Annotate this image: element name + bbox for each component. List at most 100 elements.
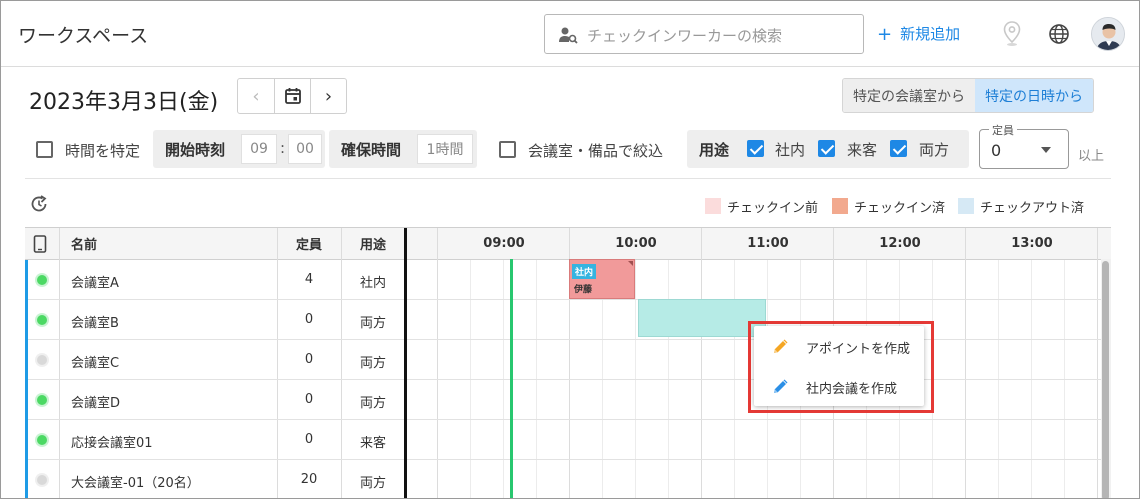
capacity-select[interactable]: 定員 0 bbox=[979, 122, 1069, 169]
tablet-icon bbox=[33, 234, 47, 253]
vertical-scrollbar-thumb[interactable] bbox=[1102, 261, 1109, 498]
legend-before-checkin: チェックイン前 bbox=[705, 197, 819, 216]
status-dot-icon bbox=[37, 275, 47, 285]
room-capacity: 4 bbox=[304, 272, 314, 287]
capacity-label: 定員 bbox=[989, 122, 1017, 138]
user-avatar[interactable] bbox=[1091, 17, 1125, 51]
capacity-suffix: 以上 bbox=[1078, 149, 1105, 164]
room-name: 会議室A bbox=[71, 276, 119, 291]
row-accent-bar bbox=[25, 420, 28, 460]
pencil-icon bbox=[774, 339, 788, 353]
room-capacity: 0 bbox=[304, 352, 314, 367]
facility-filter-label: 会議室・備品で絞込 bbox=[528, 142, 664, 160]
current-time-indicator bbox=[510, 259, 513, 498]
legend-label: チェックイン前 bbox=[727, 200, 819, 216]
table-row[interactable]: 会議室D 0 両方 bbox=[25, 380, 405, 420]
purpose-internal-checkbox[interactable] bbox=[747, 140, 764, 157]
avatar-person-icon bbox=[1092, 18, 1124, 50]
dropdown-caret-icon bbox=[1041, 147, 1051, 153]
room-name: 応接会議室01 bbox=[71, 436, 153, 451]
room-usage: 両方 bbox=[359, 396, 386, 411]
legend-swatch bbox=[958, 198, 974, 214]
time-selection-block[interactable] bbox=[638, 299, 766, 337]
new-add-label: 新規追加 bbox=[900, 25, 961, 43]
purpose-both-label: 両方 bbox=[919, 141, 950, 159]
time-specify-label: 時間を特定 bbox=[65, 142, 141, 160]
next-day-button[interactable]: › bbox=[310, 79, 346, 113]
room-schedule-table: 名前 定員 用途 09:00 10:00 11:00 12:00 13:00 会… bbox=[25, 227, 1111, 498]
duration-label: 確保時間 bbox=[341, 141, 402, 159]
table-header: 名前 定員 用途 09:00 10:00 11:00 12:00 13:00 bbox=[25, 228, 1111, 260]
status-dot-icon bbox=[37, 435, 47, 445]
room-capacity: 20 bbox=[300, 472, 318, 487]
prev-day-button[interactable]: ‹ bbox=[238, 79, 274, 113]
col-header-usage[interactable]: 用途 bbox=[341, 228, 405, 259]
col-header-name[interactable]: 名前 bbox=[71, 228, 97, 259]
purpose-both-checkbox[interactable] bbox=[890, 140, 907, 157]
status-dot-icon bbox=[37, 475, 47, 485]
search-mode-toggle: 特定の会議室から 特定の日時から bbox=[842, 78, 1094, 113]
new-add-button[interactable]: + 新規追加 bbox=[877, 23, 961, 45]
duration-input[interactable]: 1時間 bbox=[417, 134, 473, 164]
start-minute-input[interactable]: 00 bbox=[288, 134, 322, 164]
room-capacity: 0 bbox=[304, 312, 314, 327]
resize-corner-icon bbox=[628, 261, 633, 266]
room-name: 会議室D bbox=[71, 396, 121, 411]
legend-checked-out: チェックアウト済 bbox=[958, 197, 1084, 216]
location-pin-icon[interactable] bbox=[1003, 21, 1021, 47]
hour-header: 12:00 bbox=[879, 236, 921, 251]
plus-icon: + bbox=[877, 24, 893, 45]
table-row[interactable]: 応接会議室01 0 来客 bbox=[25, 420, 405, 460]
start-hour-input[interactable]: 09 bbox=[241, 134, 277, 164]
start-time-label: 開始時刻 bbox=[165, 141, 226, 159]
frozen-column-divider bbox=[404, 228, 407, 498]
table-row[interactable]: 会議室A 4 社内 bbox=[25, 260, 405, 300]
context-menu: アポイントを作成 社内会議を作成 bbox=[754, 326, 924, 406]
purpose-label: 用途 bbox=[699, 141, 730, 159]
table-row[interactable]: 会議室C 0 両方 bbox=[25, 340, 405, 380]
col-header-capacity[interactable]: 定員 bbox=[277, 228, 341, 259]
start-time-group: 開始時刻 09 : 00 bbox=[153, 130, 325, 168]
app-window: ワークスペース チェックインワーカーの検索 + 新規追加 2023年3月3日(金… bbox=[0, 0, 1140, 499]
create-appointment-label: アポイントを作成 bbox=[806, 342, 911, 357]
table-row[interactable]: 大会議室-01（20名） 20 両方 bbox=[25, 460, 405, 498]
device-header-cell bbox=[33, 228, 47, 259]
create-appointment-menu-item[interactable]: アポイントを作成 bbox=[754, 326, 924, 366]
purpose-group: 用途 社内 来客 両方 bbox=[687, 130, 969, 168]
appointment-type-tag: 社内 bbox=[572, 264, 597, 279]
row-accent-bar bbox=[25, 260, 28, 300]
divider bbox=[25, 178, 1111, 179]
pencil-icon bbox=[774, 379, 788, 393]
hour-header: 10:00 bbox=[615, 236, 657, 251]
table-row[interactable]: 会議室B 0 両方 bbox=[25, 300, 405, 340]
user-search-icon bbox=[559, 27, 578, 44]
worker-search-input[interactable]: チェックインワーカーの検索 bbox=[544, 14, 864, 54]
mode-by-room-button[interactable]: 特定の会議室から bbox=[843, 79, 975, 112]
legend-label: チェックイン済 bbox=[854, 200, 946, 216]
hour-header: 09:00 bbox=[483, 236, 525, 251]
legend-swatch bbox=[705, 198, 721, 214]
create-internal-meeting-menu-item[interactable]: 社内会議を作成 bbox=[754, 366, 924, 406]
room-name: 会議室B bbox=[71, 316, 119, 331]
row-accent-bar bbox=[25, 300, 28, 340]
date-nav-group: ‹ › bbox=[237, 78, 347, 114]
appointment-block[interactable]: 社内 伊藤 bbox=[569, 259, 635, 299]
legend-checked-in: チェックイン済 bbox=[832, 197, 946, 216]
appointment-person: 伊藤 bbox=[574, 285, 593, 295]
mode-by-datetime-button[interactable]: 特定の日時から bbox=[975, 79, 1093, 112]
refresh-icon[interactable] bbox=[29, 194, 49, 214]
room-usage: 両方 bbox=[359, 316, 386, 331]
status-dot-icon bbox=[37, 315, 47, 325]
room-name: 会議室C bbox=[71, 356, 120, 371]
purpose-visitor-label: 来客 bbox=[847, 141, 878, 159]
calendar-button[interactable] bbox=[274, 79, 310, 113]
time-specify-checkbox[interactable] bbox=[36, 141, 53, 158]
status-dot-icon bbox=[37, 355, 47, 365]
room-usage: 両方 bbox=[359, 356, 386, 371]
room-usage: 来客 bbox=[359, 436, 386, 451]
purpose-visitor-checkbox[interactable] bbox=[818, 140, 835, 157]
facility-filter-checkbox[interactable] bbox=[499, 141, 516, 158]
row-accent-bar bbox=[25, 380, 28, 420]
room-name: 大会議室-01（20名） bbox=[71, 476, 200, 491]
globe-icon[interactable] bbox=[1048, 23, 1070, 45]
